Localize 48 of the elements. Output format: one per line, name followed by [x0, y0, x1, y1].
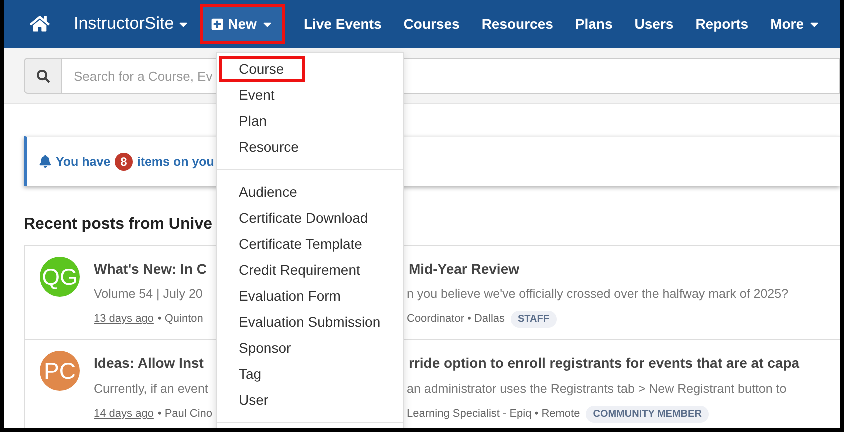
nav-item[interactable]: Live Events: [292, 4, 393, 44]
menu-item[interactable]: Sponsor: [219, 335, 306, 361]
role-tag: COMMUNITY MEMBER: [586, 406, 709, 423]
post-excerpt: an administrator uses the Registrants tab > New Registrant button to: [407, 382, 788, 396]
avatar: PC: [40, 351, 80, 391]
menu-item[interactable]: Course: [219, 56, 305, 82]
home-icon[interactable]: [30, 14, 50, 34]
nav-item[interactable]: New: [200, 4, 285, 44]
role-tag: STAFF: [511, 310, 556, 328]
nav-item[interactable]: Reports: [684, 4, 760, 44]
menu-item[interactable]: User: [219, 387, 305, 413]
section-heading: Recent posts from Unive: [24, 216, 212, 234]
author-text: • Quinton: [158, 313, 204, 326]
alert-text: You have: [56, 154, 111, 168]
search-icon: [36, 70, 50, 82]
post-excerpt: Currently, if an event: [94, 382, 210, 396]
time-link[interactable]: 13 days ago: [94, 313, 154, 326]
search-button[interactable]: [24, 58, 62, 94]
menu-item[interactable]: Credit Requirement: [219, 257, 376, 283]
nav-item[interactable]: Courses: [392, 4, 471, 44]
bell-icon: [39, 155, 52, 168]
author-text: • Paul Cino: [158, 408, 213, 420]
menu-item[interactable]: Audience: [219, 179, 312, 205]
time-link[interactable]: 14 days ago: [94, 408, 154, 420]
post-title: What's New: In C: [94, 260, 208, 277]
site-menu[interactable]: InstructorSite: [74, 14, 190, 34]
nav-item[interactable]: Users: [624, 4, 685, 44]
post-title: Ideas: Allow Inst: [94, 354, 205, 371]
nav-item[interactable]: More: [760, 4, 832, 44]
nav-item[interactable]: Plans: [564, 4, 624, 44]
menu-item[interactable]: Resource: [219, 134, 314, 160]
menu-item[interactable]: Evaluation Form: [219, 283, 356, 309]
nav-item[interactable]: Resources: [470, 4, 564, 44]
plus-icon: [211, 18, 224, 30]
menu-item[interactable]: Certificate Template: [219, 231, 378, 257]
menu-item[interactable]: Plan: [219, 108, 305, 134]
count-badge: 8: [114, 152, 134, 170]
menu-item[interactable]: Certificate Download: [219, 205, 384, 231]
alert-text: items on you: [137, 154, 214, 168]
post-title: Mid-Year Review: [409, 260, 520, 277]
menu-item[interactable]: Tag: [219, 361, 305, 387]
post-title: rride option to enroll registrants for events that are at capa: [409, 354, 800, 371]
avatar: QG: [40, 257, 80, 297]
post-excerpt: n you believe we've officially crossed over the halfway mark of 2025?: [407, 287, 789, 302]
post-excerpt: Volume 54 | July 20: [94, 287, 204, 302]
menu-item[interactable]: Evaluation Submission: [219, 309, 396, 335]
author-text: Coordinator • Dallas: [407, 313, 506, 326]
author-text: Learning Specialist - Epiq • Remote: [407, 408, 580, 420]
